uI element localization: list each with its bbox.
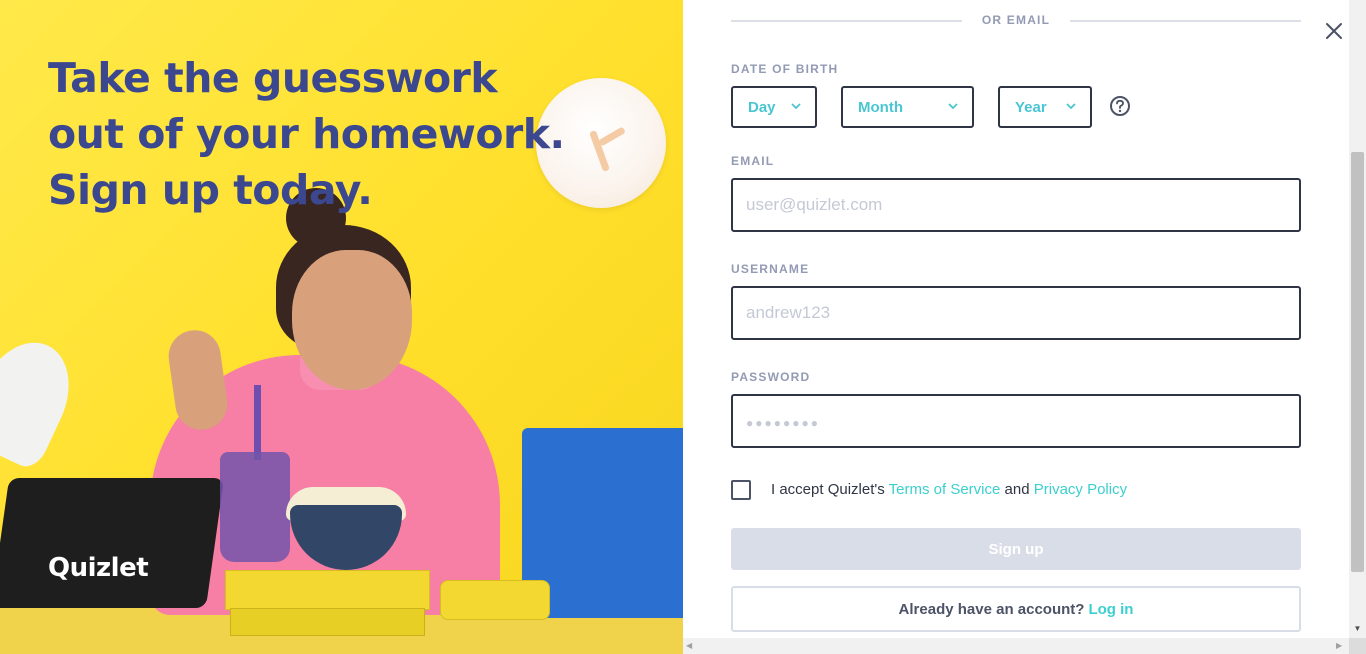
vertical-scrollbar-thumb[interactable] xyxy=(1351,152,1364,572)
login-prompt-text: Already have an account? xyxy=(898,600,1085,618)
terms-text: I accept Quizlet's Terms of Service and … xyxy=(771,481,1127,498)
books-illustration xyxy=(225,570,430,610)
horizontal-scrollbar[interactable] xyxy=(683,638,1349,654)
books-illustration xyxy=(230,608,425,636)
dob-year-value: Year xyxy=(1015,98,1047,116)
username-field[interactable] xyxy=(731,286,1301,340)
dob-day-value: Day xyxy=(748,98,776,116)
close-icon[interactable] xyxy=(1324,20,1344,42)
or-email-divider: OR EMAIL xyxy=(731,12,1301,30)
stapler-illustration xyxy=(440,580,550,620)
scrollbar-corner xyxy=(1349,638,1366,654)
password-label: PASSWORD xyxy=(731,370,811,384)
terms-prefix: I accept Quizlet's xyxy=(771,481,885,498)
lamp-illustration xyxy=(0,327,87,473)
scroll-left-arrow-icon[interactable]: ◀ xyxy=(686,639,698,653)
terms-and: and xyxy=(1004,481,1030,498)
email-field[interactable] xyxy=(731,178,1301,232)
chevron-down-icon xyxy=(1066,103,1076,110)
scroll-right-arrow-icon[interactable]: ▶ xyxy=(1336,639,1348,653)
tablet-illustration xyxy=(0,478,225,608)
terms-of-service-link[interactable]: Terms of Service xyxy=(889,481,1001,498)
quizlet-logo: Quizlet xyxy=(48,553,149,583)
privacy-policy-link[interactable]: Privacy Policy xyxy=(1034,481,1127,498)
log-in-link[interactable]: Log in xyxy=(1088,601,1133,618)
dob-month-value: Month xyxy=(858,98,903,116)
dob-label: DATE OF BIRTH xyxy=(731,62,839,76)
straw-illustration xyxy=(254,385,261,460)
person-illustration-arm xyxy=(165,326,231,434)
divider-line xyxy=(1070,20,1301,22)
dob-year-select[interactable]: Year xyxy=(998,86,1092,128)
clock-hand xyxy=(598,126,626,147)
question-circle-icon[interactable] xyxy=(1109,95,1131,117)
email-label: EMAIL xyxy=(731,154,775,168)
chevron-down-icon xyxy=(791,103,801,110)
dob-day-select[interactable]: Day xyxy=(731,86,817,128)
dob-month-select[interactable]: Month xyxy=(841,86,974,128)
login-prompt-box: Already have an account? Log in xyxy=(731,586,1301,632)
hero-headline: Take the guesswork out of your homework.… xyxy=(48,54,565,214)
cup-illustration xyxy=(220,452,290,562)
accept-terms-checkbox[interactable] xyxy=(731,480,751,500)
password-field[interactable] xyxy=(731,394,1301,448)
chevron-down-icon xyxy=(948,103,958,110)
person-illustration-face xyxy=(292,250,412,390)
scroll-down-arrow-icon[interactable]: ▼ xyxy=(1351,622,1364,636)
username-label: USERNAME xyxy=(731,262,810,276)
hero-panel: Take the guesswork out of your homework.… xyxy=(0,0,683,654)
sign-up-button[interactable]: Sign up xyxy=(731,528,1301,570)
